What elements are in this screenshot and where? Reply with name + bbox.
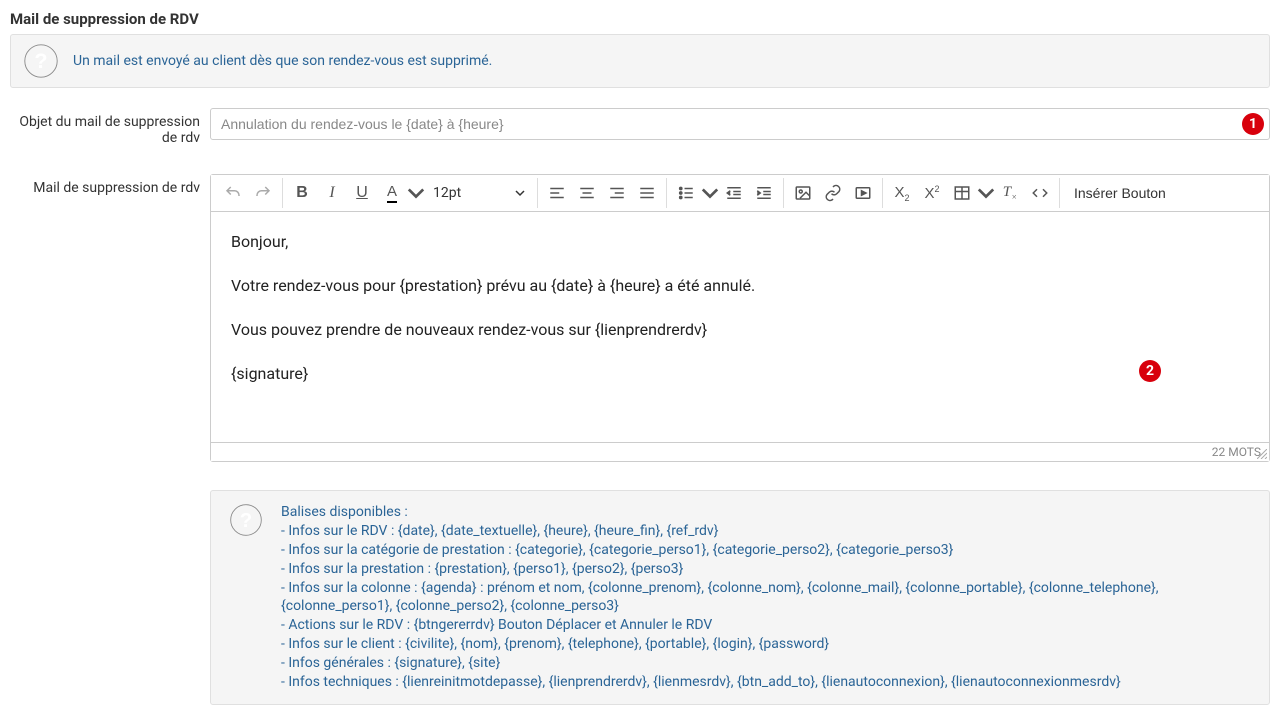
subject-input[interactable] [210,108,1270,140]
redo-button[interactable] [248,178,278,208]
section-title: Mail de suppression de RDV [10,10,1270,28]
resize-handle-icon[interactable] [1257,449,1267,459]
editor-line: {signature} [231,362,1249,386]
bullet-list-button[interactable] [671,178,701,208]
align-left-button[interactable] [542,178,572,208]
text-color-dropdown[interactable] [407,178,425,208]
clear-format-button[interactable]: T× [995,178,1025,208]
editor-line: Votre rendez-vous pour {prestation} prév… [231,274,1249,298]
tags-help-box: ? Balises disponibles : - Infos sur le R… [210,490,1270,705]
source-code-button[interactable] [1025,178,1055,208]
list-dropdown[interactable] [701,178,719,208]
font-size-value: 12pt [433,185,461,201]
svg-text:?: ? [34,48,47,73]
superscript-button[interactable]: X2 [917,178,947,208]
tags-title: Balises disponibles : [281,503,1251,522]
tags-line: - Infos techniques : {lienreinitmotdepas… [281,673,1251,692]
undo-button[interactable] [218,178,248,208]
editor-line: Vous pouvez prendre de nouveaux rendez-v… [231,318,1249,342]
help-icon: ? [229,503,263,537]
tags-line: - Infos sur le RDV : {date}, {date_textu… [281,522,1251,541]
tags-line: - Infos sur la colonne : {agenda} : prén… [281,579,1251,617]
editor-statusbar: 22 MOTS [211,442,1269,461]
editor-content-area[interactable]: Bonjour, Votre rendez-vous pour {prestat… [211,212,1269,442]
insert-button-button[interactable]: Insérer Bouton [1064,178,1176,208]
indent-button[interactable] [749,178,779,208]
subscript-button[interactable]: X2 [887,178,917,208]
italic-button[interactable]: I [317,178,347,208]
outdent-button[interactable] [719,178,749,208]
tags-line: - Infos sur la prestation : {prestation}… [281,560,1251,579]
table-dropdown[interactable] [977,178,995,208]
badge-1: 1 [1242,113,1264,135]
align-justify-button[interactable] [632,178,662,208]
rich-editor: B I U A 12pt [210,174,1270,462]
align-right-button[interactable] [602,178,632,208]
subject-label: Objet du mail de suppression de rdv [10,108,210,146]
align-center-button[interactable] [572,178,602,208]
underline-button[interactable]: U [347,178,377,208]
link-button[interactable] [818,178,848,208]
editor-line: Bonjour, [231,230,1249,254]
word-count: 22 MOTS [1212,445,1261,459]
help-icon: ? [23,43,59,79]
badge-2: 2 [1139,360,1161,382]
tags-line: - Infos sur le client : {civilite}, {nom… [281,635,1251,654]
body-label: Mail de suppression de rdv [10,174,210,196]
image-button[interactable] [788,178,818,208]
svg-text:?: ? [240,510,252,532]
editor-toolbar: B I U A 12pt [211,175,1269,212]
font-size-select[interactable]: 12pt [425,178,533,208]
bold-button[interactable]: B [287,178,317,208]
info-box: ? Un mail est envoyé au client dès que s… [10,34,1270,88]
tags-line: - Infos générales : {signature}, {site} [281,654,1251,673]
table-button[interactable] [947,178,977,208]
tags-line: - Infos sur la catégorie de prestation :… [281,541,1251,560]
tags-text: Balises disponibles : - Infos sur le RDV… [281,503,1251,692]
video-button[interactable] [848,178,878,208]
text-color-button[interactable]: A [377,178,407,208]
tags-line: - Actions sur le RDV : {btngererrdv} Bou… [281,616,1251,635]
info-text: Un mail est envoyé au client dès que son… [73,53,492,69]
